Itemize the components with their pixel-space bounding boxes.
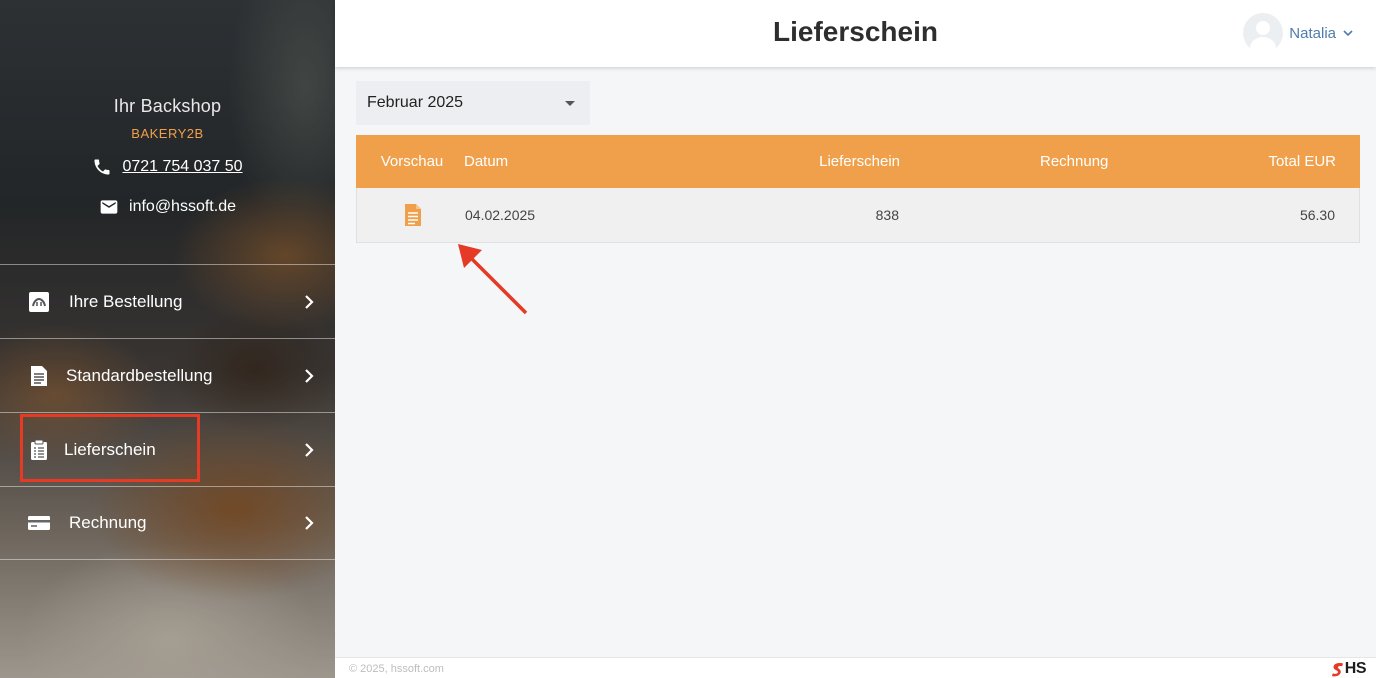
sidebar-nav: Ihre Bestellung Standardbestellung Liefe…: [0, 264, 335, 560]
brand: Ihr Backshop BAKERY2B: [0, 96, 335, 141]
bakery-icon: [28, 291, 50, 313]
cell-datum: 04.02.2025: [465, 207, 536, 223]
cell-lieferschein: 838: [875, 207, 899, 223]
col-header-total: Total EUR: [1268, 153, 1336, 170]
lieferschein-table: Vorschau Datum Lieferschein Rechnung Tot…: [356, 135, 1360, 243]
contact-email[interactable]: info@hssoft.de: [0, 197, 335, 217]
hs-logo-mark-icon: [1331, 662, 1343, 676]
caret-down-icon: [565, 101, 575, 106]
brand-subtitle: BAKERY2B: [131, 126, 204, 141]
user-menu[interactable]: Natalia: [1243, 13, 1354, 53]
sidebar-item-rechnung[interactable]: Rechnung: [0, 486, 335, 560]
chevron-down-icon: [1343, 30, 1353, 37]
document-preview-icon[interactable]: [403, 202, 423, 228]
col-header-rechnung: Rechnung: [1040, 153, 1109, 170]
chevron-right-icon: [305, 294, 314, 309]
copyright: © 2025, hssoft.com: [349, 663, 444, 675]
hs-logo-text: HS: [1344, 660, 1367, 677]
sidebar: Ihr Backshop BAKERY2B 0721 754 037 50 in…: [0, 0, 335, 678]
footer: © 2025, hssoft.com HS: [335, 657, 1376, 678]
cell-vorschau: [357, 188, 469, 242]
phone-number[interactable]: 0721 754 037 50: [122, 158, 242, 176]
sidebar-item-label: Standardbestellung: [66, 365, 213, 385]
chevron-right-icon: [305, 368, 314, 383]
card-icon: [28, 512, 50, 534]
month-select-value: Februar 2025: [367, 94, 464, 111]
brand-title: Ihr Backshop: [113, 96, 222, 116]
table-header: Vorschau Datum Lieferschein Rechnung Tot…: [356, 135, 1360, 188]
col-header-datum: Datum: [464, 153, 509, 170]
annotation-arrow: [458, 244, 528, 315]
hs-logo: HS: [1331, 660, 1367, 678]
page-title: Lieferschein: [773, 16, 938, 47]
email-address[interactable]: info@hssoft.de: [129, 198, 236, 216]
col-header-lieferschein: Lieferschein: [819, 153, 900, 170]
sidebar-item-label: Ihre Bestellung: [69, 291, 183, 311]
mail-icon: [100, 200, 118, 214]
document-icon: [28, 365, 50, 387]
highlight-box: [20, 414, 200, 482]
cell-total: 56.30: [1299, 207, 1335, 223]
sidebar-item-label: Rechnung: [69, 513, 147, 532]
header: Lieferschein Natalia: [335, 0, 1376, 67]
user-name[interactable]: Natalia: [1289, 25, 1336, 42]
col-header-vorschau: Vorschau: [380, 153, 444, 170]
sidebar-item-ihre-bestellung[interactable]: Ihre Bestellung: [0, 264, 335, 338]
chevron-right-icon: [305, 516, 314, 530]
avatar[interactable]: [1243, 13, 1284, 53]
contact-phone[interactable]: 0721 754 037 50: [0, 157, 335, 177]
chevron-right-icon: [305, 442, 314, 457]
table-row: 04.02.2025 838 56.30: [356, 188, 1360, 243]
phone-icon: [94, 159, 110, 175]
month-select[interactable]: Februar 2025: [356, 81, 590, 125]
sidebar-item-standardbestellung[interactable]: Standardbestellung: [0, 338, 335, 412]
